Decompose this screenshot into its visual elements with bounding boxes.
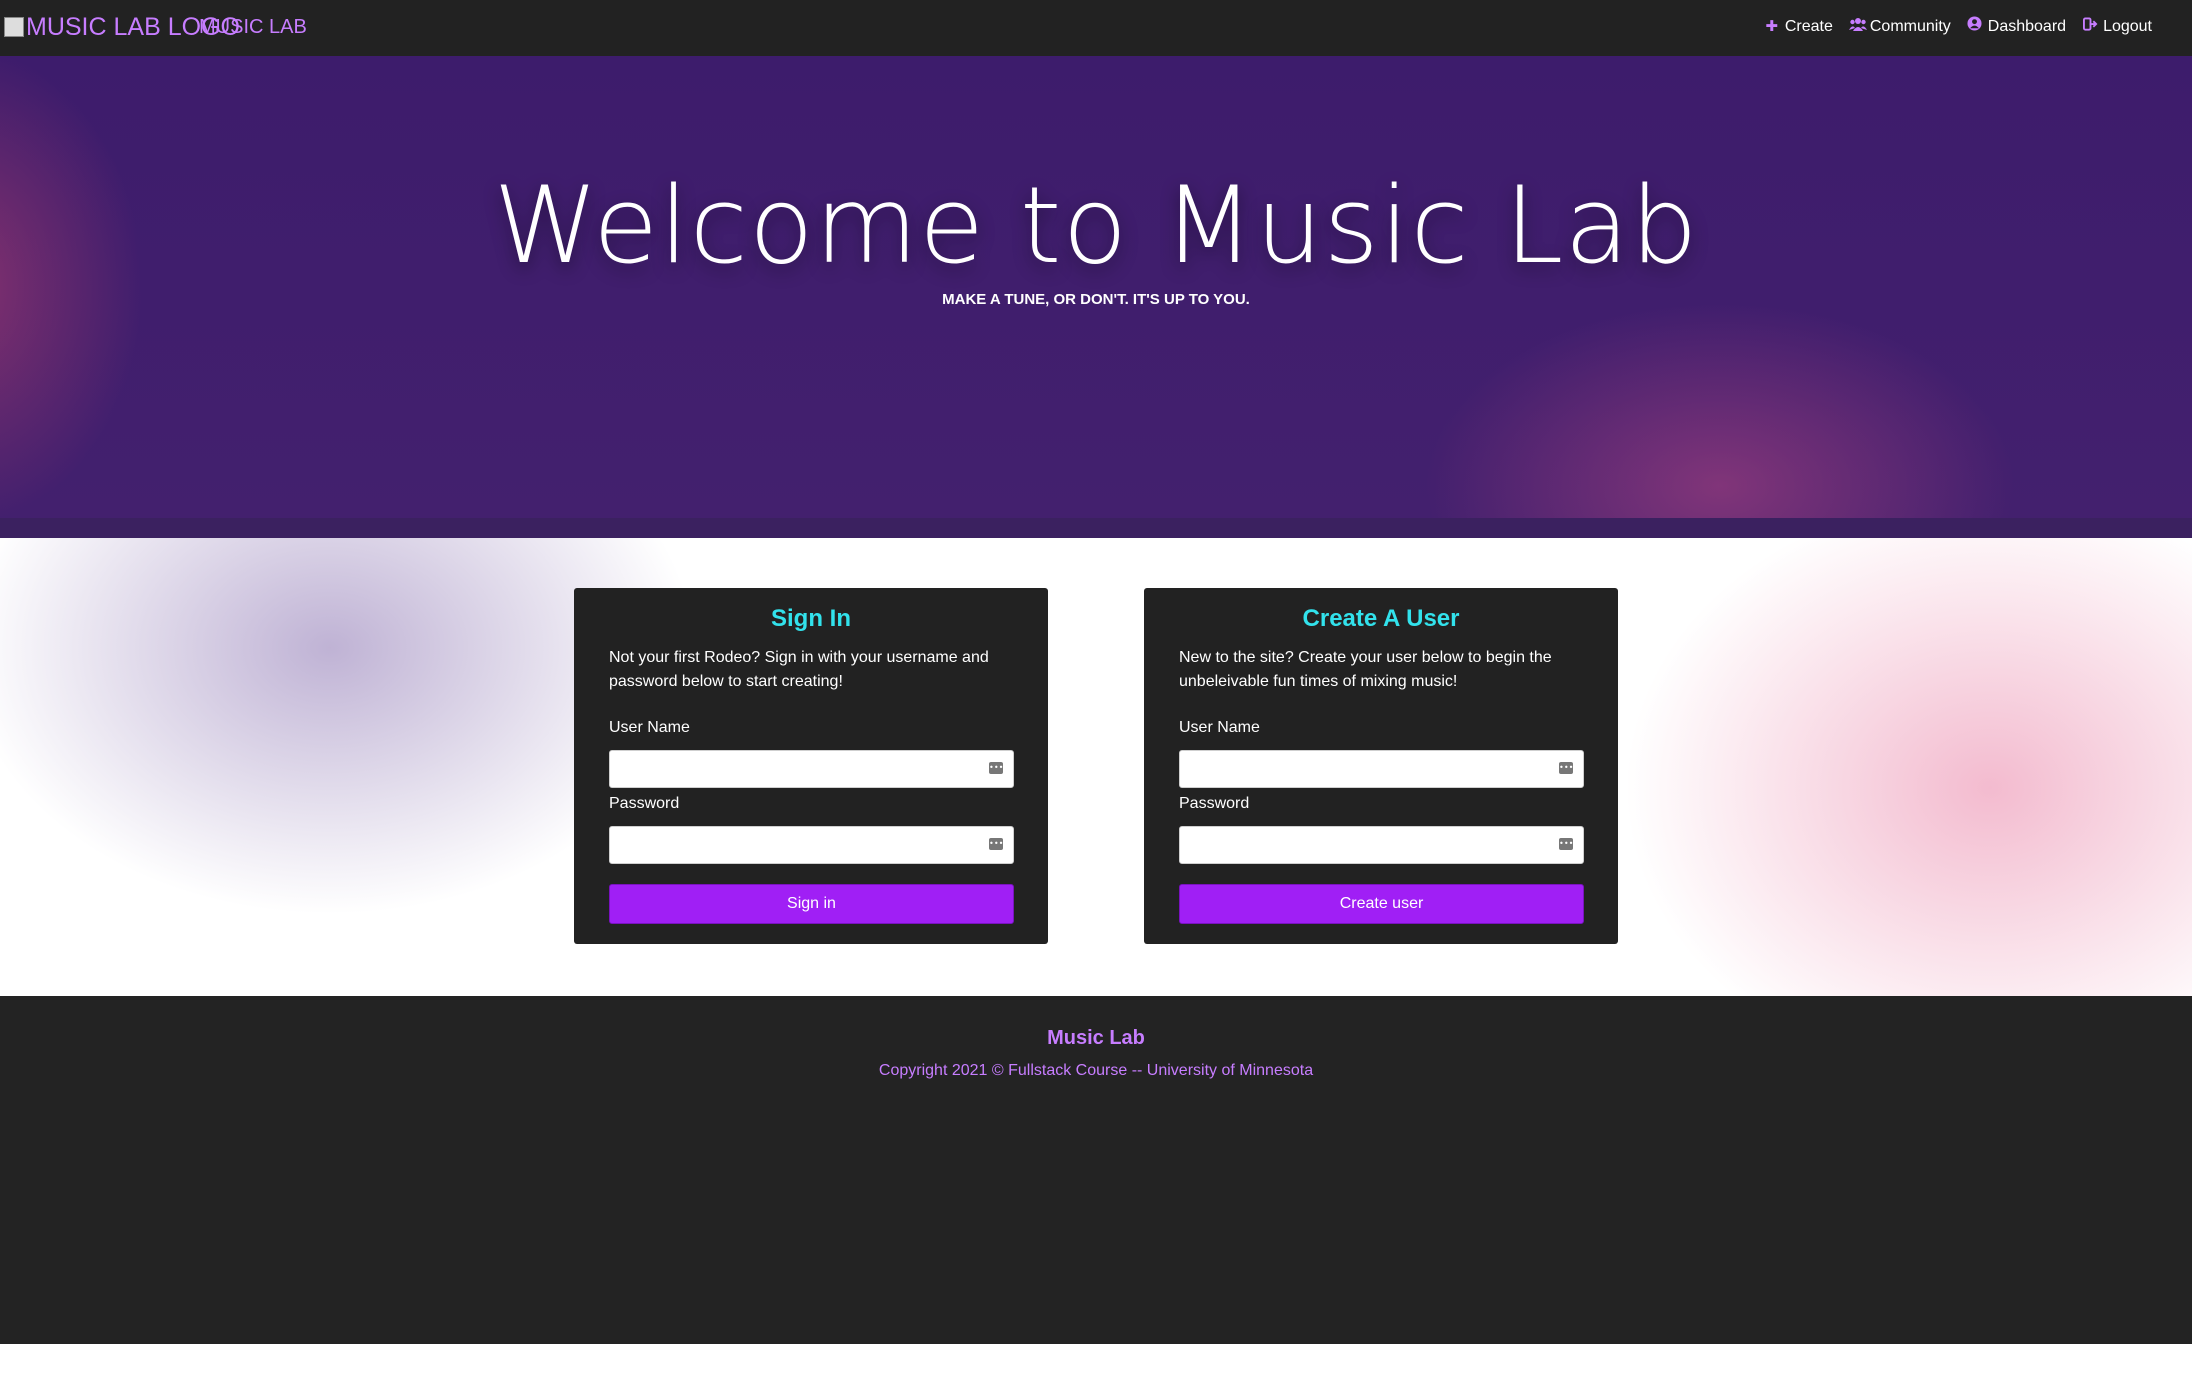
create-user-username-input[interactable] [1180,751,1560,787]
nav-links: ✚ Create Community Dashboard Logout [1764,14,2152,40]
create-user-password-input[interactable] [1180,827,1560,863]
footer-copyright: Copyright 2021 © Fullstack Course -- Uni… [878,1062,1314,1079]
sign-in-username-input[interactable] [610,751,990,787]
create-user-username-field[interactable]: ••• [1179,750,1584,788]
nav-create-label: Create [1784,18,1833,35]
sign-in-description: Not your first Rodeo? Sign in with your … [609,649,989,690]
nav-community-label: Community [1869,18,1951,35]
footer: Music Lab Copyright 2021 © Fullstack Cou… [0,996,2192,1344]
password-manager-icon[interactable]: ••• [1559,762,1573,774]
nav-dashboard-label: Dashboard [1987,18,2067,35]
hero-banner: Welcome to Music Lab MAKE A TUNE, OR DON… [0,56,2192,518]
nav-community-link[interactable]: Community [1848,14,1951,40]
sign-in-username-label: User Name [609,719,690,736]
password-manager-icon[interactable]: ••• [989,762,1003,774]
password-manager-icon[interactable]: ••• [1559,838,1573,850]
footer-title: Music Lab [1047,1027,1145,1049]
nav-create-link[interactable]: ✚ Create [1764,14,1833,40]
create-user-card: Create A User New to the site? Create yo… [1144,588,1618,944]
nav-logout-label: Logout [2103,18,2152,35]
sign-in-username-field[interactable]: ••• [609,750,1014,788]
broken-image-icon [4,17,24,37]
sign-in-card: Sign In Not your first Rodeo? Sign in wi… [574,588,1048,944]
hero-divider [0,518,2192,538]
nav-dashboard-link[interactable]: Dashboard [1967,14,2066,40]
create-user-title: Create A User [1302,605,1460,632]
password-manager-icon[interactable]: ••• [989,838,1003,850]
brand-name[interactable]: MUSIC LAB [199,14,307,40]
sign-in-title: Sign In [771,605,851,632]
create-user-password-label: Password [1179,795,1250,812]
create-user-username-label: User Name [1179,719,1260,736]
create-user-description: New to the site? Create your user below … [1179,649,1552,690]
create-user-password-field[interactable]: ••• [1179,826,1584,864]
sign-in-password-input[interactable] [610,827,990,863]
hero-title: Welcome to Music Lab [493,164,1699,287]
nav-logout-link[interactable]: Logout [2082,14,2152,40]
sign-in-password-field[interactable]: ••• [609,826,1014,864]
users-icon [1848,14,1867,40]
plus-icon: ✚ [1765,18,1779,35]
auth-section: Sign In Not your first Rodeo? Sign in wi… [0,538,2192,996]
create-user-button[interactable]: Create user [1179,884,1584,924]
navbar: MUSIC LAB LOGO MUSIC LAB ✚ Create Commun… [0,0,2192,56]
user-circle-icon [1967,14,1983,40]
hero-subtitle: MAKE A TUNE, OR DON'T. IT'S UP TO YOU. [942,291,1250,308]
sign-in-button[interactable]: Sign in [609,884,1014,924]
sign-in-password-label: Password [609,795,680,812]
logout-icon [2082,14,2098,40]
page-bottom [0,1344,2192,1381]
